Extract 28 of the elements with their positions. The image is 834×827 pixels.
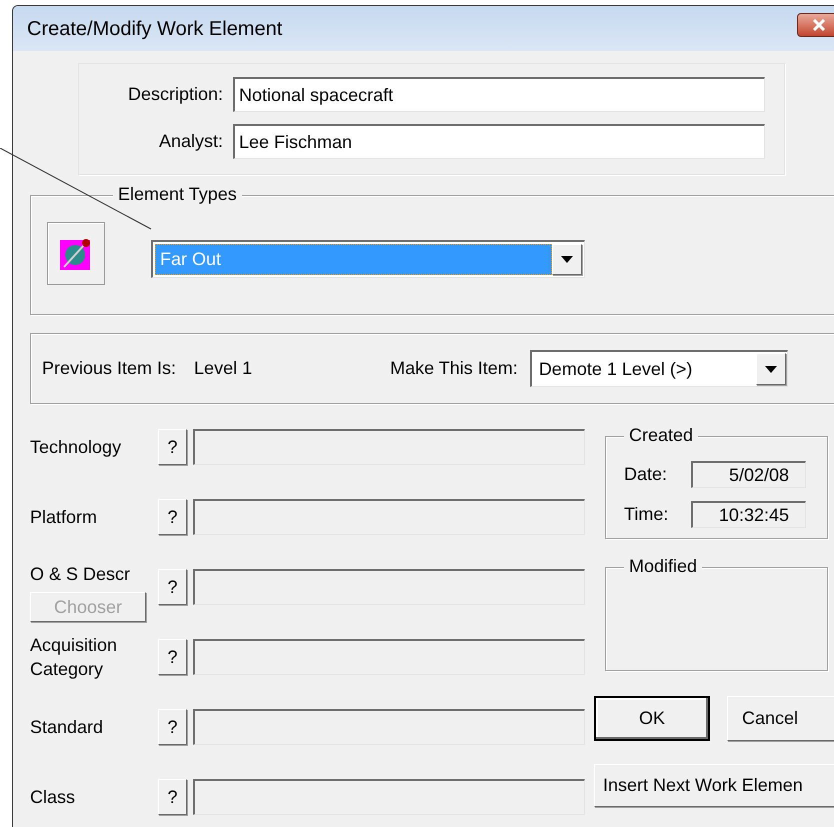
field-label: Class [30, 786, 76, 809]
field-label: O & S Descr [30, 563, 132, 585]
field-label: Description: [126, 83, 223, 106]
dropdown-value: Far Out [155, 244, 552, 275]
field-label: Standard [30, 716, 104, 739]
close-button[interactable] [797, 12, 834, 36]
window-title: Create/Modify Work Element [27, 16, 282, 42]
time-value: 10:32:45 [691, 501, 806, 528]
ok-button[interactable]: OK [594, 696, 710, 741]
insert-button[interactable]: Insert Next Work Elemen [594, 764, 834, 807]
time-label: Time: [624, 503, 670, 526]
make-item-label: Make This Item: [390, 357, 518, 380]
field-label: Acquisition Category [30, 634, 118, 681]
field-label: Analyst: [158, 130, 223, 153]
date-label: Date: [624, 463, 668, 486]
dropdown-arrow-icon [764, 366, 777, 372]
dropdown-arrow-icon [561, 256, 573, 263]
planet-icon [60, 238, 92, 270]
previous-item-value: Level 1 [194, 357, 252, 380]
date-value: 5/02/08 [691, 461, 806, 488]
text-field[interactable]: Notional spacecraft [233, 77, 765, 112]
text-field[interactable]: Lee Fischman [233, 124, 765, 159]
field-label: Platform [30, 506, 98, 529]
make-item-dropdown[interactable]: Demote 1 Level (>) [530, 350, 788, 387]
close-icon [812, 18, 826, 30]
previous-item-label: Previous Item Is: [42, 357, 176, 380]
cancel-button[interactable]: Cancel [727, 696, 834, 741]
field-label: Technology [30, 436, 122, 459]
